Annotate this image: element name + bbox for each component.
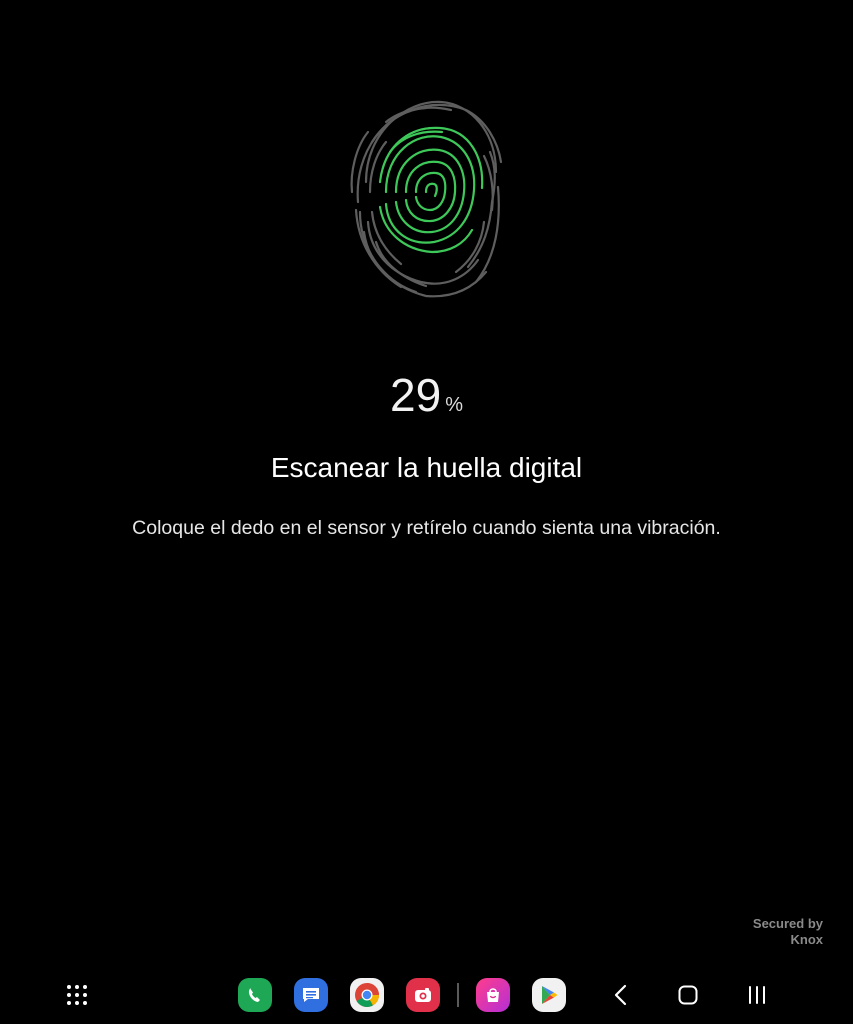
chrome-icon bbox=[355, 983, 379, 1008]
recents-button[interactable] bbox=[740, 978, 774, 1012]
knox-line-1: Secured by bbox=[752, 916, 823, 931]
fingerprint-registration-screen: 29% Escanear la huella digital Coloque e… bbox=[0, 0, 853, 1024]
recents-icon bbox=[749, 986, 765, 1004]
page-title: Escanear la huella digital bbox=[270, 452, 583, 483]
galaxy-store-app-button[interactable] bbox=[476, 978, 510, 1012]
back-icon bbox=[614, 984, 627, 1006]
apps-grid-icon bbox=[67, 985, 87, 1005]
home-button[interactable] bbox=[671, 978, 705, 1012]
camera-app-button[interactable] bbox=[406, 978, 440, 1012]
play-store-icon bbox=[542, 986, 558, 1004]
taskbar-divider bbox=[457, 983, 459, 1007]
phone-app-button[interactable] bbox=[238, 978, 272, 1012]
messages-app-button[interactable] bbox=[294, 978, 328, 1012]
galaxy-store-icon bbox=[487, 988, 499, 1002]
apps-grid-button[interactable] bbox=[60, 978, 94, 1012]
play-store-app-button[interactable] bbox=[532, 978, 566, 1012]
knox-line-2: Knox bbox=[790, 932, 824, 947]
secured-by-knox-label: Secured by Knox bbox=[753, 916, 823, 948]
chrome-app-button[interactable] bbox=[350, 978, 384, 1012]
home-icon bbox=[678, 985, 698, 1005]
instruction-text: Coloque el dedo en el sensor y retírelo … bbox=[132, 517, 721, 539]
scan-progress-percent: 29% bbox=[0, 368, 853, 422]
progress-unit: % bbox=[445, 394, 463, 416]
messages-icon bbox=[303, 988, 319, 1002]
back-button[interactable] bbox=[604, 978, 638, 1012]
progress-value: 29 bbox=[390, 369, 442, 421]
phone-icon bbox=[248, 988, 260, 1002]
camera-icon bbox=[415, 988, 431, 1002]
fingerprint-icon bbox=[350, 100, 503, 298]
taskbar bbox=[0, 966, 853, 1024]
